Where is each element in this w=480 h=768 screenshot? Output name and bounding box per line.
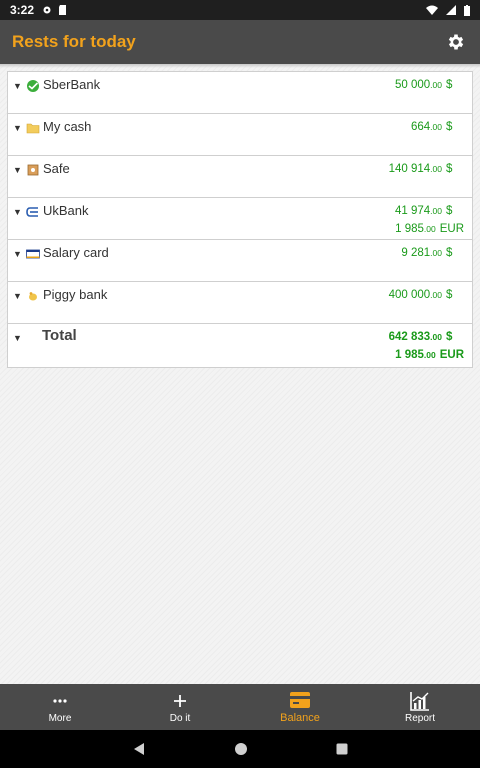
gear-icon: [448, 34, 464, 50]
page-title: Rests for today: [12, 32, 136, 51]
nav-balance[interactable]: Balance: [240, 684, 360, 730]
chart-icon: [410, 691, 430, 711]
signal-icon: [446, 5, 456, 15]
account-row-salary-card[interactable]: ▼ Salary card 9 281.00 $: [8, 240, 472, 282]
settings-status-icon: [43, 6, 51, 14]
nav-label: Do it: [169, 712, 191, 724]
safe-icon: [27, 164, 39, 176]
account-name: Safe: [43, 161, 70, 176]
nav-label: Balance: [280, 712, 320, 724]
ukbank-icon: [26, 207, 38, 217]
settings-button[interactable]: [444, 30, 468, 54]
piggy-bank-icon: [29, 292, 37, 301]
account-name: Piggy bank: [43, 287, 108, 302]
sd-card-icon: [59, 5, 67, 15]
wifi-icon: [426, 5, 438, 15]
plus-icon: [173, 691, 187, 711]
nav-do-it[interactable]: Do it: [120, 684, 240, 730]
expand-caret-icon[interactable]: ▼: [13, 165, 22, 175]
recents-icon[interactable]: [336, 743, 348, 755]
account-row-safe[interactable]: ▼ Safe 140 914.00 $: [8, 156, 472, 198]
total-balance: 1 985.00 EUR: [395, 349, 464, 361]
sberbank-icon: [27, 80, 39, 92]
bottom-nav: More Do it Balance Report: [0, 684, 480, 730]
expand-caret-icon[interactable]: ▼: [13, 123, 22, 133]
account-row-piggy-bank[interactable]: ▼ Piggy bank 400 000.00 $: [8, 282, 472, 324]
expand-caret-icon[interactable]: ▼: [13, 81, 22, 91]
app-bar: Rests for today: [0, 20, 480, 64]
expand-caret-icon[interactable]: ▼: [13, 249, 22, 259]
total-balance: 642 833.00 $: [388, 331, 453, 343]
account-balance: 9 281.00 $: [401, 247, 453, 259]
nav-label: Report: [404, 712, 435, 724]
account-name: SberBank: [43, 77, 101, 92]
system-nav-bar: [0, 730, 480, 768]
account-name: My cash: [43, 119, 92, 134]
account-name: Salary card: [43, 245, 109, 260]
account-balance: 664.00 $: [410, 121, 453, 133]
app-bar-shadow: [0, 64, 480, 68]
total-row[interactable]: ▼ Total 642 833.00 $ 1 985.00 EUR: [8, 324, 472, 367]
nav-label: More: [48, 712, 72, 724]
account-row-sberbank[interactable]: ▼ SberBank 50 000.00 $: [8, 72, 472, 114]
status-time: 3:22: [10, 3, 35, 17]
account-balance: 140 914.00 $: [388, 163, 453, 175]
back-icon[interactable]: [132, 742, 146, 756]
accounts-list: ▼ SberBank 50 000.00 $ ▼ My cash 664.00 $ …: [7, 71, 473, 368]
nav-more[interactable]: More: [0, 684, 120, 730]
nav-report[interactable]: Report: [360, 684, 480, 730]
expand-caret-icon[interactable]: ▼: [13, 207, 22, 217]
status-bar: 3:22: [0, 0, 480, 20]
content-area: ▼ SberBank 50 000.00 $ ▼ My cash 664.00 $ …: [0, 64, 480, 684]
account-balance: 400 000.00 $: [388, 289, 453, 301]
total-label: Total: [42, 327, 77, 344]
home-icon[interactable]: [234, 742, 248, 756]
folder-icon: [26, 123, 40, 134]
account-balance: 1 985.00 EUR: [395, 223, 464, 235]
more-dots-icon: [52, 691, 68, 711]
expand-caret-icon[interactable]: ▼: [13, 333, 22, 343]
expand-caret-icon[interactable]: ▼: [13, 291, 22, 301]
account-balance: 50 000.00 $: [394, 79, 453, 91]
visa-card-icon: [26, 249, 40, 259]
account-balance: 41 974.00 $: [394, 205, 453, 217]
card-icon: [290, 690, 310, 710]
account-row-my-cash[interactable]: ▼ My cash 664.00 $: [8, 114, 472, 156]
battery-icon: [464, 4, 470, 16]
account-name: UkBank: [43, 203, 89, 218]
account-row-ukbank[interactable]: ▼ UkBank 41 974.00 $ 1 985.00 EUR: [8, 198, 472, 240]
